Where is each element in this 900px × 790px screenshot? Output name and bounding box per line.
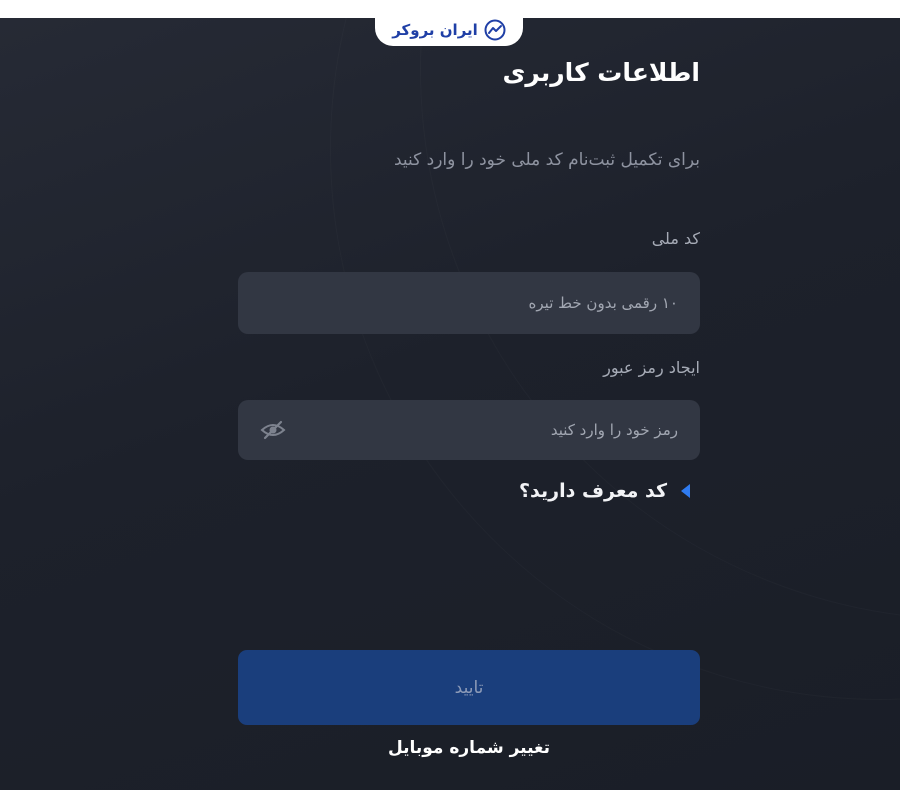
page-subtitle: برای تکمیل ثبت‌نام کد ملی خود را وارد کن… [393, 150, 700, 170]
chart-trend-icon [484, 19, 506, 41]
national-code-input[interactable] [238, 272, 700, 334]
brand-name: ایران بروکر [392, 21, 478, 39]
national-code-label: کد ملی [651, 229, 700, 248]
registration-page: ایران بروکر اطلاعات کاربری برای تکمیل ثب… [0, 18, 900, 790]
password-field-box [238, 400, 700, 460]
password-label: ایجاد رمز عبور [603, 358, 700, 377]
caret-left-icon [681, 484, 690, 498]
national-code-field-box [238, 272, 700, 334]
confirm-button[interactable]: تایید [238, 650, 700, 725]
password-input[interactable] [238, 400, 700, 460]
change-mobile-link[interactable]: تغییر شماره موبایل [238, 738, 700, 758]
brand-logo: ایران بروکر [375, 18, 523, 46]
eye-off-icon[interactable] [260, 418, 286, 442]
page-title: اطلاعات کاربری [502, 58, 700, 87]
referral-code-toggle[interactable]: کد معرف دارید؟ [519, 480, 690, 502]
referral-code-label: کد معرف دارید؟ [519, 480, 667, 502]
